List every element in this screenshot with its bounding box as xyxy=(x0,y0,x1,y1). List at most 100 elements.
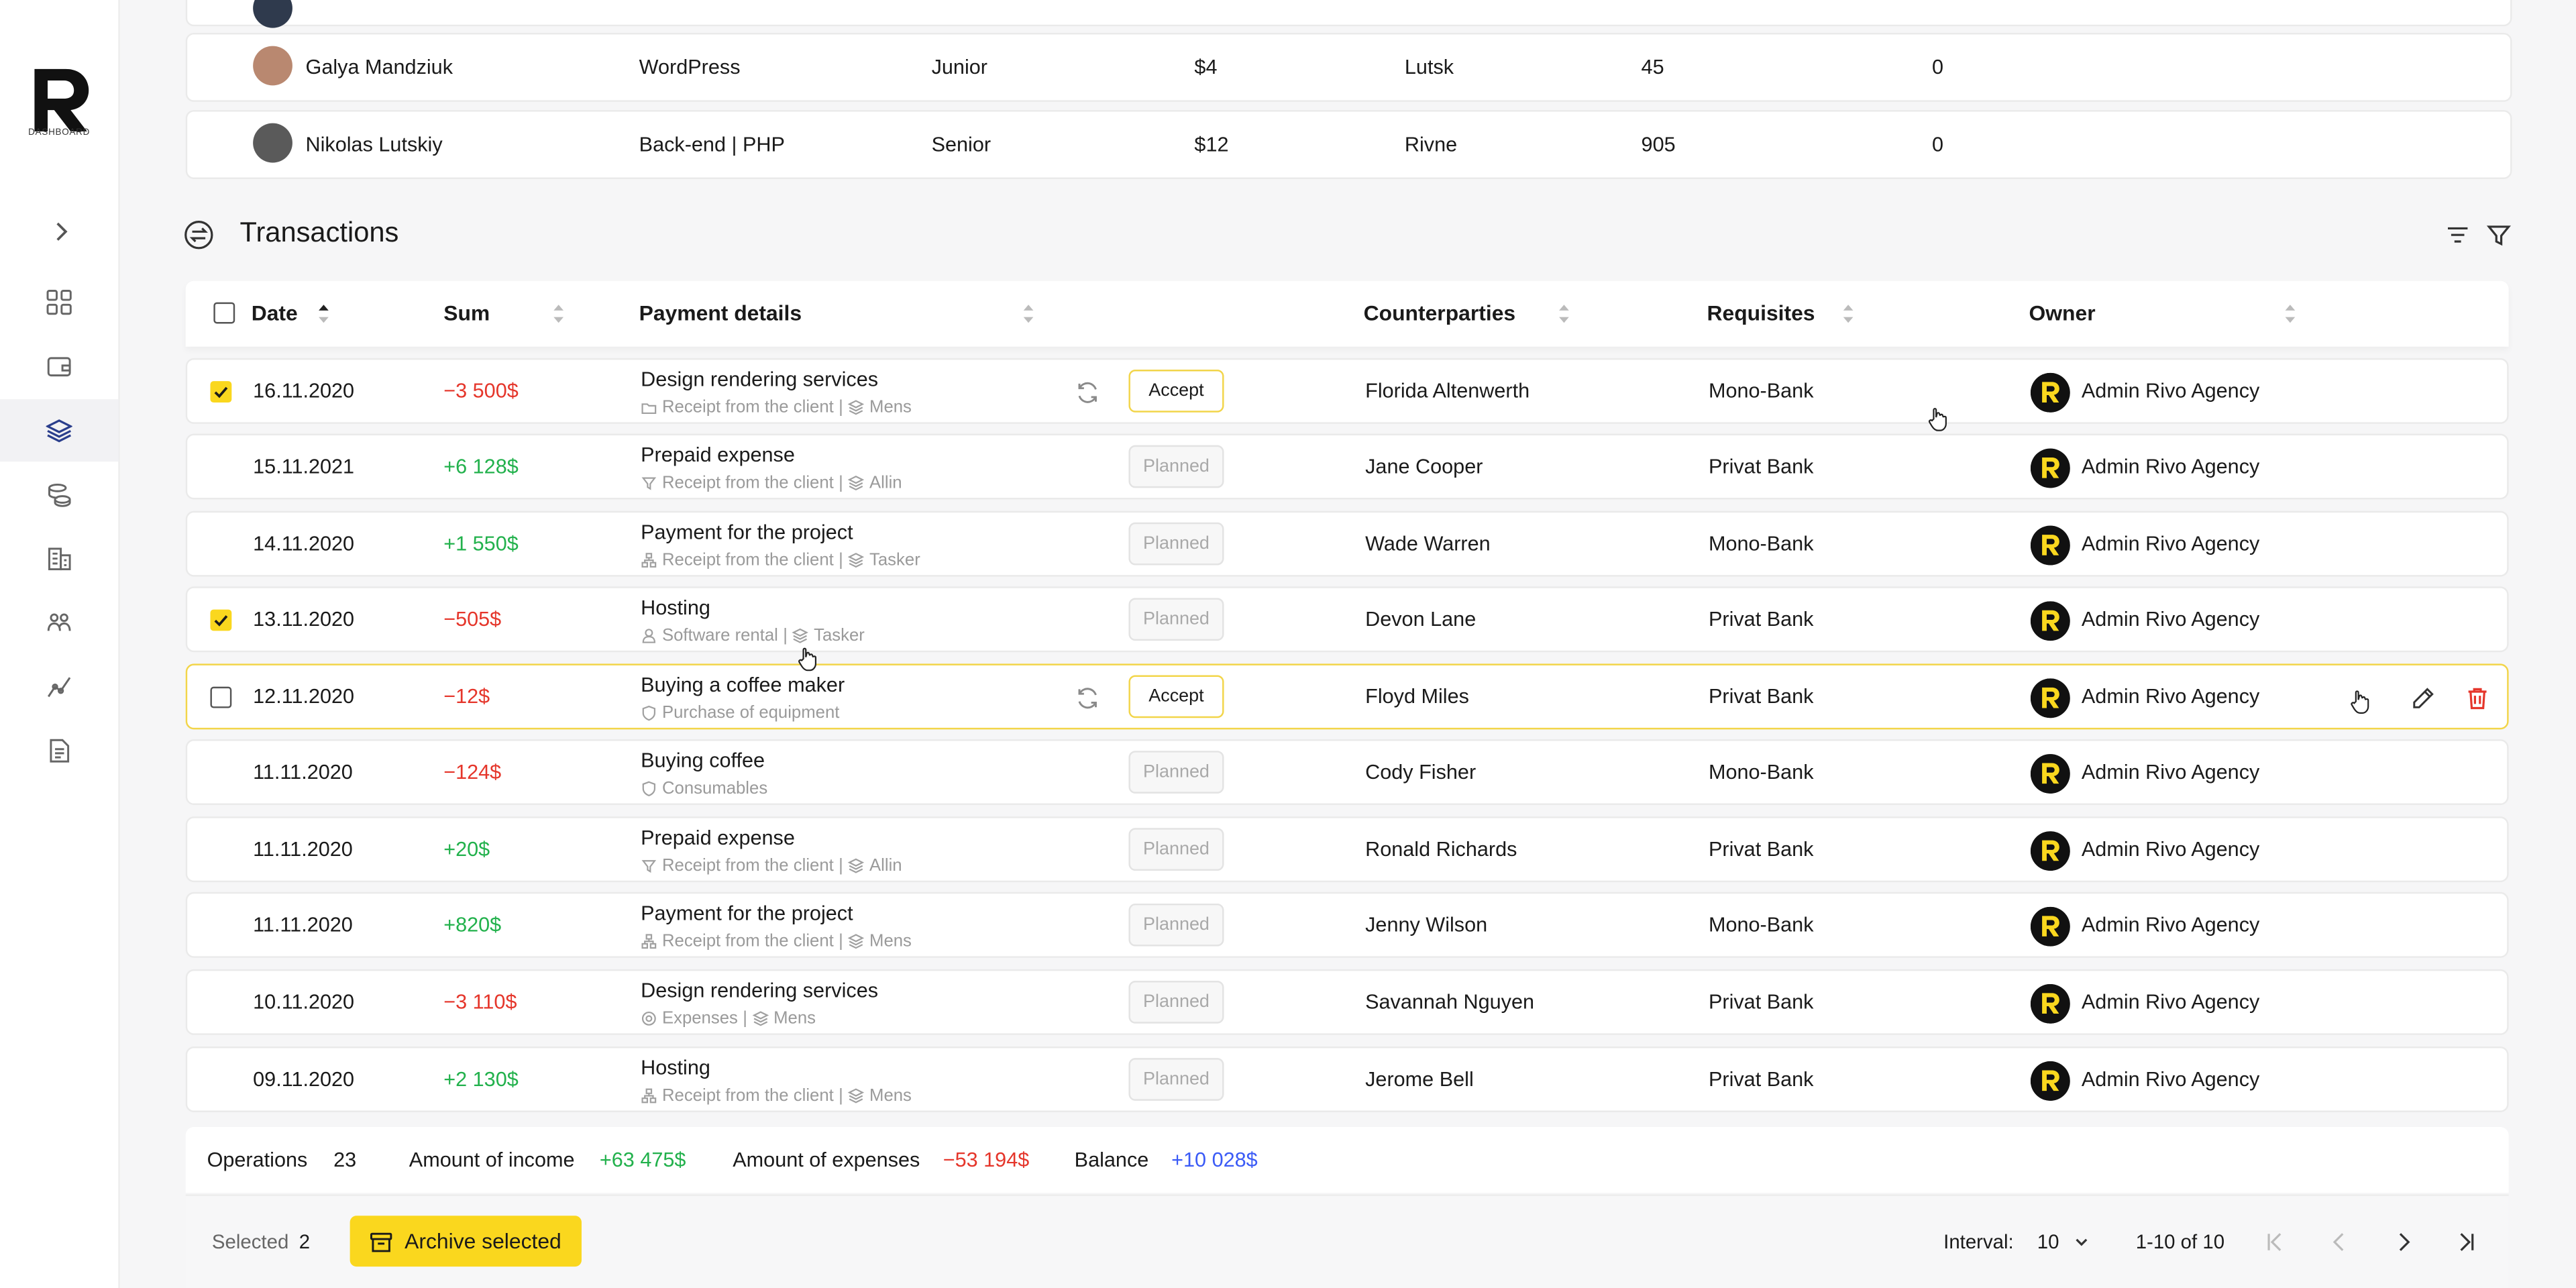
refresh-icon[interactable] xyxy=(1075,380,1101,406)
planned-status: Planned xyxy=(1128,828,1224,871)
column-requisites[interactable]: Requisites xyxy=(1707,281,1815,347)
planned-status: Planned xyxy=(1128,445,1224,488)
refresh-icon[interactable] xyxy=(1075,685,1101,711)
people-row[interactable]: Galya Mandziuk WordPress Junior $4 Lutsk… xyxy=(185,32,2512,102)
prev-page-icon[interactable] xyxy=(2326,1229,2353,1255)
tx-project: Mens xyxy=(773,1008,816,1029)
tx-category: Receipt from the client xyxy=(661,473,834,493)
filter-icon[interactable] xyxy=(2485,222,2512,248)
people-row[interactable]: Nikolas Lutskiy Back-end | PHP Senior $1… xyxy=(185,110,2512,179)
row-checkbox[interactable] xyxy=(210,381,232,403)
people-row-partial[interactable] xyxy=(185,0,2512,28)
hand-cursor-icon xyxy=(2351,690,2369,714)
tx-date: 16.11.2020 xyxy=(253,379,355,403)
tx-project: Allin xyxy=(869,855,902,876)
brand-logo-icon xyxy=(2030,678,2070,718)
sidebar-item-team[interactable] xyxy=(0,592,118,654)
tx-category: Expenses xyxy=(661,1008,738,1029)
column-counterparties[interactable]: Counterparties xyxy=(1364,281,1515,347)
interval-select[interactable]: 10 xyxy=(2037,1196,2059,1288)
sidebar-item-analytics[interactable] xyxy=(0,655,118,718)
column-payment-details[interactable]: Payment details xyxy=(639,281,802,347)
layers-icon xyxy=(792,628,809,643)
person-city: Rivne xyxy=(1404,133,1458,156)
tx-payment-meta: Receipt from the client | Mens xyxy=(641,398,912,417)
transaction-row[interactable]: 14.11.2020 +1 550$ Payment for the project… xyxy=(185,511,2509,577)
person-rate: $4 xyxy=(1194,56,1218,79)
tx-date: 09.11.2020 xyxy=(253,1067,355,1091)
tx-payment-meta: Receipt from the client | Mens xyxy=(641,932,912,951)
transaction-row[interactable]: 13.11.2020 −505$ Hosting Software rental | Ta… xyxy=(185,586,2509,653)
transaction-row[interactable]: 16.11.2020 −3 500$ Design rendering servic… xyxy=(185,358,2509,424)
tx-counterparty: Jane Cooper xyxy=(1365,455,1483,478)
tx-requisite: Privat Bank xyxy=(1708,990,1814,1014)
tx-payment-title: Prepaid expense xyxy=(641,443,795,467)
edit-icon[interactable] xyxy=(2410,685,2436,711)
next-page-icon[interactable] xyxy=(2390,1229,2416,1255)
tx-date: 15.11.2021 xyxy=(253,455,355,478)
brand-logo-icon xyxy=(2030,525,2070,566)
tx-sum: +820$ xyxy=(443,913,502,936)
sidebar-item-dashboard[interactable] xyxy=(0,271,118,333)
select-all-checkbox[interactable] xyxy=(213,302,235,324)
tx-sum: +6 128$ xyxy=(443,455,519,478)
tx-payment-meta: Software rental | Tasker xyxy=(641,626,865,645)
sitemap-icon xyxy=(641,1088,657,1104)
sidebar-item-documents[interactable] xyxy=(0,720,118,782)
sort-icon[interactable] xyxy=(1841,303,1855,325)
transaction-row[interactable]: 11.11.2020 −124$ Buying coffee Consumables P… xyxy=(185,739,2509,806)
meta-separator: | xyxy=(839,1085,843,1106)
tx-counterparty: Devon Lane xyxy=(1365,608,1477,631)
sidebar-item-wallet[interactable] xyxy=(0,335,118,398)
sort-lines-icon[interactable] xyxy=(2445,222,2471,248)
tx-payment-title: Buying coffee xyxy=(641,749,765,773)
sidebar-item-transactions[interactable] xyxy=(0,399,119,462)
sidebar-item-companies[interactable] xyxy=(0,527,118,590)
delete-icon[interactable] xyxy=(2464,685,2490,711)
tx-payment-meta: Receipt from the client | Allin xyxy=(641,856,902,875)
transaction-row[interactable]: 11.11.2020 +820$ Payment for the project Re… xyxy=(185,892,2509,958)
transaction-row[interactable]: 15.11.2021 +6 128$ Prepaid expense Receipt … xyxy=(185,433,2509,500)
layers-icon xyxy=(848,553,865,568)
owner-avatar xyxy=(2030,754,2070,794)
tx-requisite: Privat Bank xyxy=(1708,685,1814,708)
sort-icon[interactable] xyxy=(552,303,566,325)
column-owner[interactable]: Owner xyxy=(2029,281,2096,347)
transaction-row[interactable]: 09.11.2020 +2 130$ Hosting Receipt from the… xyxy=(185,1046,2509,1112)
tx-category: Receipt from the client xyxy=(661,1085,834,1106)
operations-label: Operations xyxy=(207,1148,308,1172)
archive-selected-button[interactable]: Archive selected xyxy=(350,1216,582,1267)
sort-icon[interactable] xyxy=(1022,303,1035,325)
tx-date: 14.11.2020 xyxy=(253,532,355,555)
first-page-icon[interactable] xyxy=(2262,1229,2288,1255)
column-date[interactable]: Date xyxy=(252,281,298,347)
tx-project: Tasker xyxy=(814,626,865,646)
brand-logo-icon xyxy=(2030,601,2070,641)
summary-bar: Operations 23 Amount of income +63 475$ … xyxy=(185,1127,2509,1193)
accept-button[interactable]: Accept xyxy=(1128,370,1224,413)
archive-icon xyxy=(370,1232,393,1252)
transaction-row[interactable]: 12.11.2020 −12$ Buying a coffee maker Purch… xyxy=(185,663,2509,730)
planned-status: Planned xyxy=(1128,981,1224,1024)
user-icon xyxy=(642,629,656,643)
layers-icon xyxy=(848,1088,865,1104)
chevron-down-icon[interactable] xyxy=(2068,1229,2094,1255)
meta-separator: | xyxy=(839,473,843,493)
column-sum[interactable]: Sum xyxy=(443,281,490,347)
chevron-right-icon[interactable] xyxy=(46,217,76,246)
transaction-row[interactable]: 10.11.2020 −3 110$ Design rendering servic… xyxy=(185,969,2509,1035)
row-checkbox[interactable] xyxy=(210,686,232,708)
transaction-row[interactable]: 11.11.2020 +20$ Prepaid expense Receipt fro… xyxy=(185,816,2509,883)
tx-requisite: Privat Bank xyxy=(1708,837,1814,861)
sort-icon[interactable] xyxy=(2284,303,2297,325)
brand-logo-icon xyxy=(2030,372,2070,413)
owner-avatar xyxy=(2030,525,2070,566)
accept-button[interactable]: Accept xyxy=(1128,675,1224,718)
avatar xyxy=(253,46,292,86)
sort-asc-icon[interactable] xyxy=(317,303,331,325)
last-page-icon[interactable] xyxy=(2453,1229,2479,1255)
row-checkbox[interactable] xyxy=(210,609,232,631)
sidebar-item-finance[interactable] xyxy=(0,464,118,526)
sort-icon[interactable] xyxy=(1558,303,1571,325)
income-value: +63 475$ xyxy=(599,1148,686,1172)
